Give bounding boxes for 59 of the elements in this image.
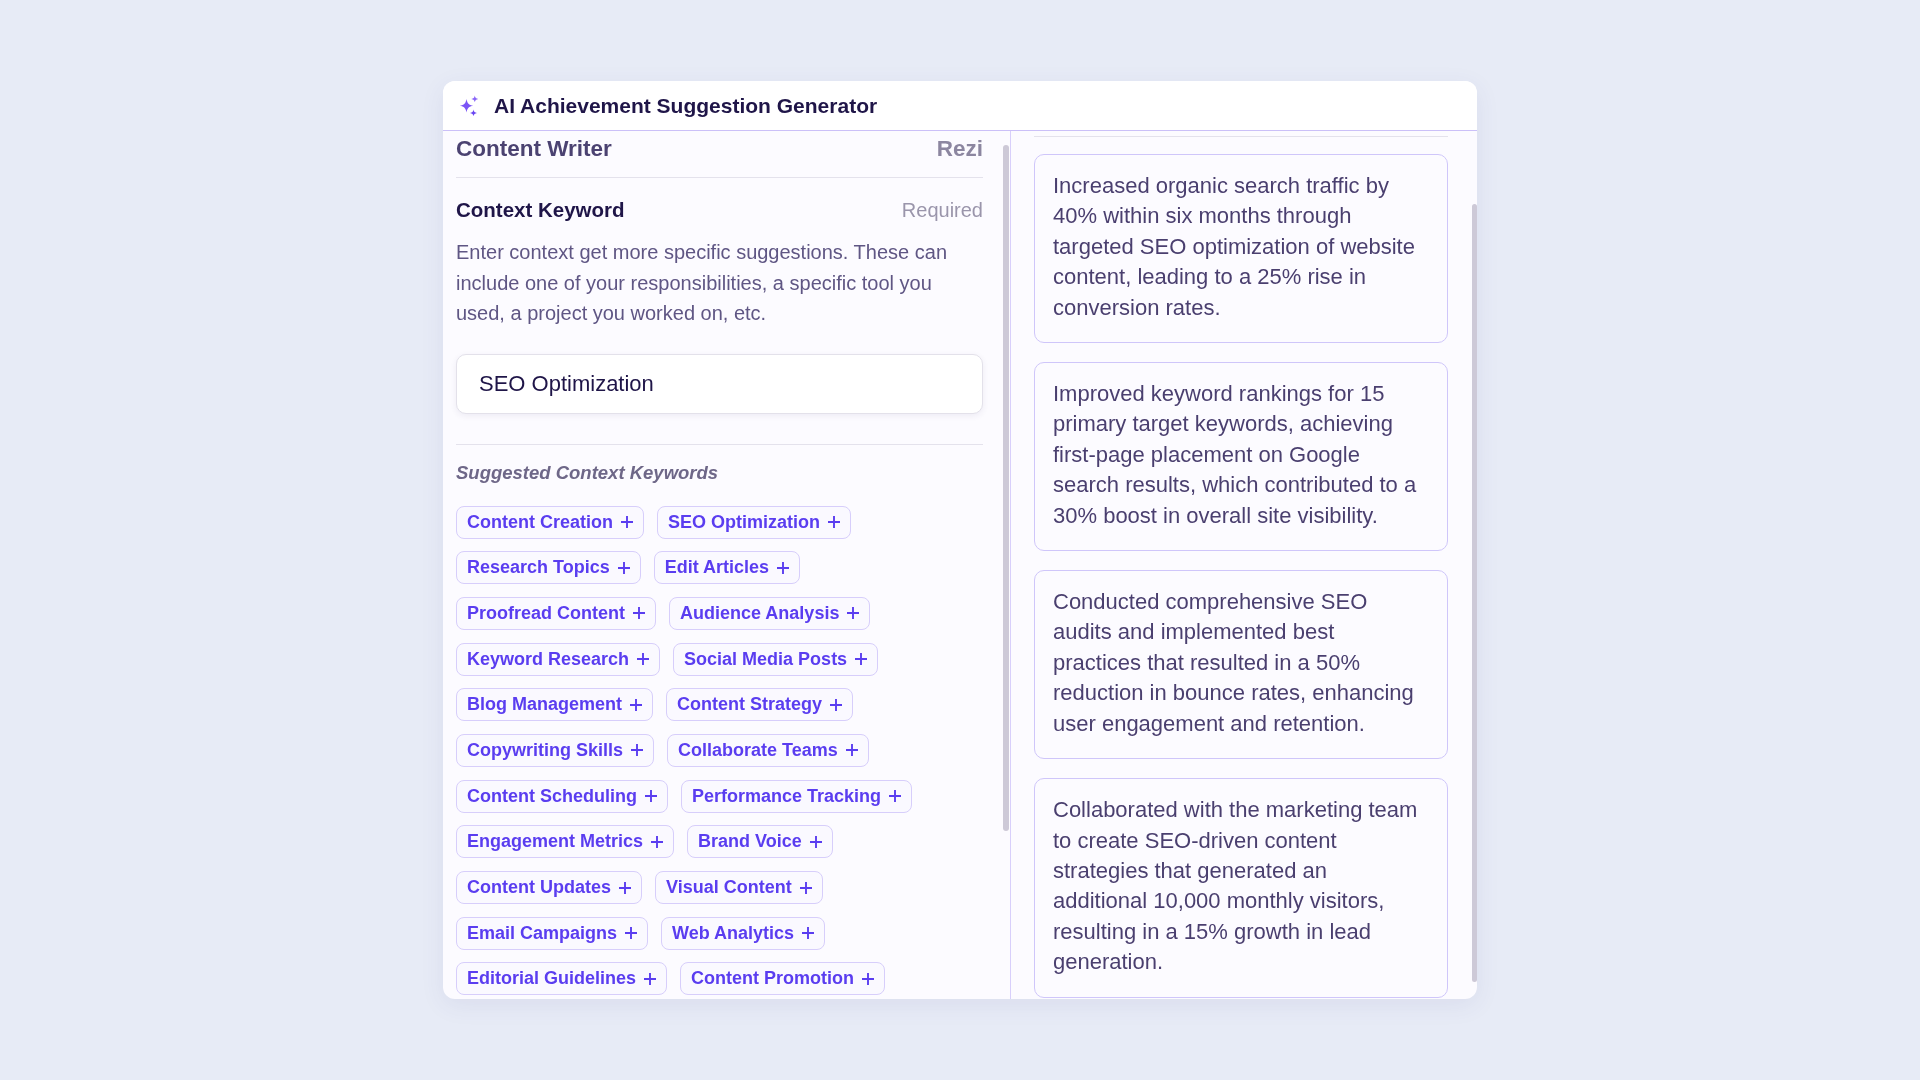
plus-icon (845, 744, 858, 757)
plus-icon (809, 835, 822, 848)
keyword-chip[interactable]: Research Topics (456, 551, 641, 585)
scrollbar[interactable] (1003, 145, 1009, 831)
plus-icon (830, 698, 843, 711)
suggestion-card[interactable]: Improved keyword rankings for 15 primary target keywords, achieving first-page placement on Google search results, which contributed to a 30% boost in overall site visibility. (1034, 362, 1448, 552)
section-heading: Suggested Context Keywords (456, 460, 720, 485)
keyword-chip[interactable]: Content Promotion (680, 962, 885, 996)
keyword-chip[interactable]: Edit Articles (653, 551, 801, 585)
plus-icon (630, 698, 642, 711)
plus-icon (631, 744, 644, 757)
keyword-chip[interactable]: Social Media Posts (673, 642, 879, 676)
keyword-chip[interactable]: Keyword Research (456, 642, 661, 676)
plus-icon (621, 516, 633, 528)
keyword-chip[interactable]: Performance Tracking (681, 779, 913, 813)
plus-icon (619, 881, 631, 894)
scrollbar[interactable] (1472, 204, 1477, 982)
keyword-chip[interactable]: Email Campaigns (456, 916, 649, 950)
keyword-chip[interactable]: Web Analytics (661, 916, 826, 950)
keyword-chip[interactable]: Content Scheduling (456, 779, 668, 813)
plus-icon (847, 607, 860, 620)
plus-icon (862, 972, 874, 985)
keyword-chip[interactable]: Visual Content (655, 871, 823, 904)
plus-icon (625, 927, 638, 940)
sparkle-icon (458, 94, 480, 117)
keyword-chip[interactable]: Editorial Guidelines (456, 962, 668, 996)
keyword-chip[interactable]: Content Creation (456, 505, 644, 539)
keyword-chip[interactable]: Engagement Metrics (456, 825, 675, 859)
job-side-label: Rezi (936, 135, 983, 163)
plus-icon (799, 881, 812, 894)
plus-icon (651, 835, 664, 848)
keyword-chip[interactable]: Collaborate Teams (667, 733, 869, 767)
suggestion-card[interactable]: Collaborated with the marketing team to create SEO-driven content strategies that generated an additional 10,000 monthly visitors, resulting in a 15% growth in lead generation. (1034, 778, 1448, 998)
keyword-chip[interactable]: Copywriting Skills (456, 733, 655, 767)
keyword-chip[interactable]: SEO Optimization (657, 505, 851, 539)
plus-icon (644, 972, 657, 985)
keyword-chip[interactable]: Blog Management (456, 688, 653, 722)
job-title: Content Writer (456, 135, 612, 163)
plus-icon (617, 561, 630, 574)
plus-icon (828, 516, 840, 528)
plus-icon (633, 607, 645, 620)
plus-icon (637, 653, 650, 666)
field-label: Context Keyword (456, 197, 625, 223)
plus-icon (855, 653, 868, 666)
plus-icon (777, 561, 790, 574)
keyword-chip[interactable]: Content Updates (456, 871, 642, 904)
plus-icon (645, 790, 657, 803)
keyword-chip[interactable]: Audience Analysis (669, 596, 871, 630)
window-title: AI Achievement Suggestion Generator (494, 92, 878, 119)
keyword-chip[interactable]: Brand Voice (687, 825, 833, 859)
plus-icon (802, 927, 815, 940)
keyword-chip[interactable]: Content Strategy (666, 688, 854, 722)
required-label: Required (901, 198, 983, 223)
keyword-chip[interactable]: Proofread Content (456, 596, 656, 630)
plus-icon (889, 790, 902, 803)
keyword-input[interactable]: SEO Optimization (456, 353, 983, 414)
suggestion-card[interactable]: Conducted comprehensive SEO audits and implemented best practices that resulted in a 50% reduction in bounce rates, enhancing user engagement and retention. (1034, 570, 1448, 760)
suggestion-card[interactable]: Increased organic search traffic by 40% within six months through targeted SEO optimization of website content, leading to a 25% rise in conversion rates. (1034, 154, 1448, 344)
field-description: Enter context get more specific suggestions. These can include one of your responsibilities, a specific tool you used, a project you worked on, etc. (456, 240, 948, 326)
